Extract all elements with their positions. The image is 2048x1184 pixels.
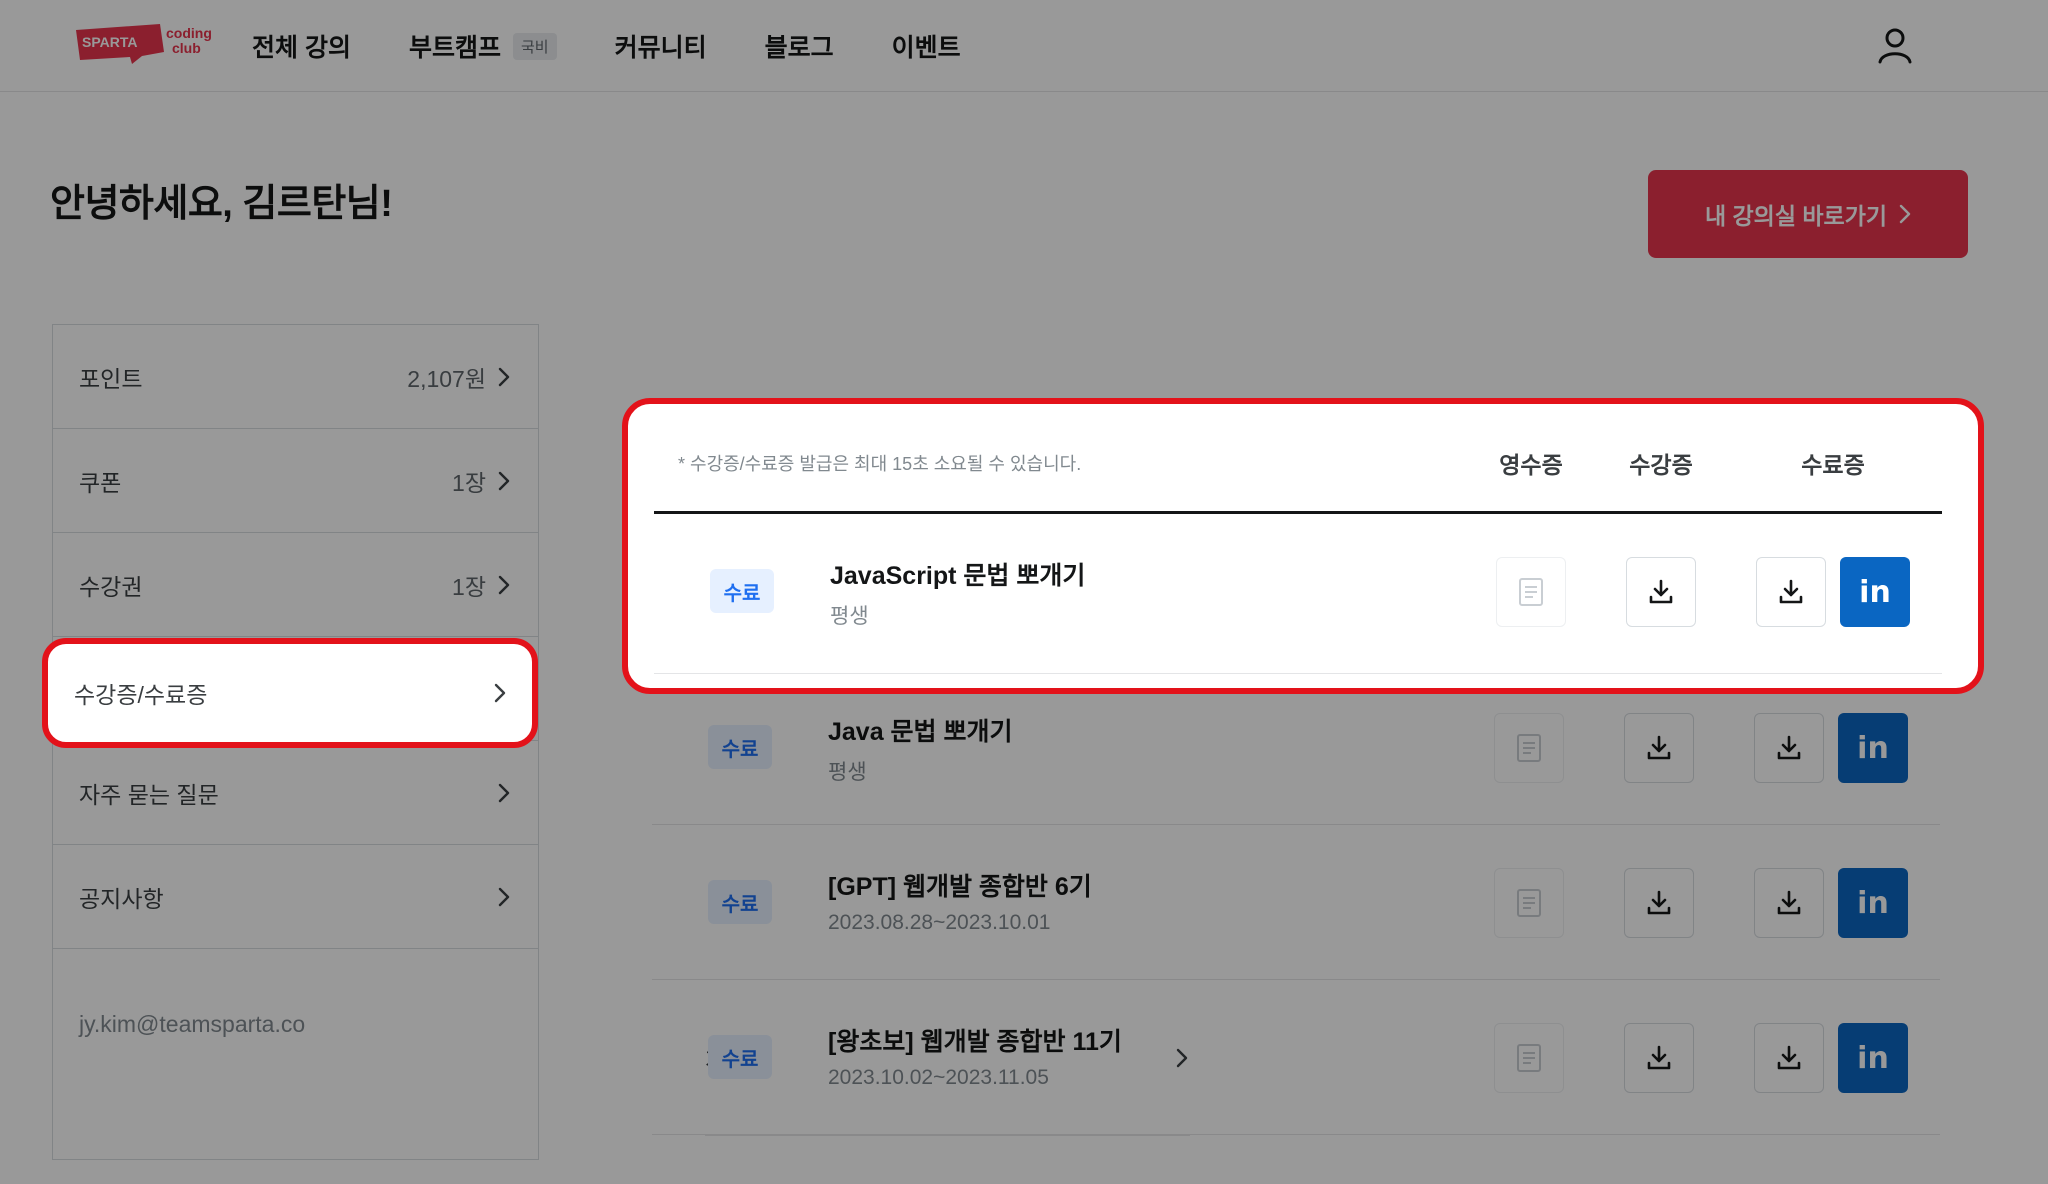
sidebar-item-notices[interactable]: 공지사항 xyxy=(53,845,538,949)
download-icon xyxy=(1647,735,1671,760)
chevron-right-icon xyxy=(498,783,510,802)
download-icon xyxy=(1647,890,1671,915)
column-receipt: 영수증 xyxy=(1499,452,1563,478)
status-badge: 수료 xyxy=(708,880,772,924)
download-icon xyxy=(1777,1045,1801,1070)
linkedin-share-button[interactable]: in xyxy=(1838,868,1908,938)
status-badge: 수료 xyxy=(710,569,774,613)
certificate-table-header: * 수강증/수료증 발급은 최대 15초 소요될 수 있습니다. 영수증 수강증… xyxy=(654,420,1942,514)
greeting-title: 안녕하세요, 김르탄님! xyxy=(50,183,393,225)
receipt-button xyxy=(1494,868,1564,938)
nav-badge: 국비 xyxy=(512,32,557,60)
sidebar-item-coupons[interactable]: 쿠폰 1장 xyxy=(53,429,538,533)
course-period: 평생 xyxy=(830,605,869,628)
nav-event[interactable]: 이벤트 xyxy=(892,28,961,64)
course-title: [GPT] 웹개발 종합반 6기 xyxy=(828,873,1092,901)
sidebar-item-faq[interactable]: 자주 묻는 질문 xyxy=(53,741,538,845)
completion-cert-download-button[interactable] xyxy=(1754,868,1824,938)
enrollment-cert-download-button[interactable] xyxy=(1624,713,1694,783)
user-icon[interactable] xyxy=(1874,24,1916,66)
nav-bootcamp[interactable]: 부트캠프 국비 xyxy=(409,28,557,64)
completion-cert-download-button[interactable] xyxy=(1754,713,1824,783)
document-icon xyxy=(1517,889,1541,917)
document-icon xyxy=(1517,734,1541,762)
top-header: SPARTA coding club 전체 강의 부트캠프 국비 커뮤니티 블로그… xyxy=(0,0,2048,92)
course-period: 평생 xyxy=(828,761,867,784)
enrollment-cert-download-button[interactable] xyxy=(1626,557,1696,627)
status-badge: 수료 xyxy=(708,1035,772,1079)
certificate-panel-highlight: * 수강증/수료증 발급은 최대 15초 소요될 수 있습니다. 영수증 수강증… xyxy=(622,398,1984,694)
chevron-right-icon xyxy=(498,471,510,490)
receipt-button xyxy=(1494,713,1564,783)
column-enrollment-cert: 수강증 xyxy=(1629,452,1693,478)
sidebar-item-certificates[interactable]: 수강증/수료증 xyxy=(42,638,538,748)
completion-cert-download-button[interactable] xyxy=(1756,557,1826,627)
table-row: 수료 JavaScript 문법 뽀개기 평생 in xyxy=(654,514,1942,674)
chevron-right-icon xyxy=(498,575,510,594)
course-title: Java 문법 뽀개기 xyxy=(828,718,1013,746)
document-icon xyxy=(1517,1044,1541,1072)
sparta-logo[interactable]: SPARTA coding club xyxy=(72,22,214,64)
svg-text:club: club xyxy=(172,40,201,56)
enrollment-cert-download-button[interactable] xyxy=(1624,1023,1694,1093)
document-icon xyxy=(1519,578,1543,606)
nav-blog[interactable]: 블로그 xyxy=(765,28,834,64)
account-email: jy.kim@teamsparta.co xyxy=(79,1011,306,1037)
issue-time-note: * 수강증/수료증 발급은 최대 15초 소요될 수 있습니다. xyxy=(678,454,1082,474)
course-period: 2023.08.28~2023.10.01 xyxy=(828,911,1051,934)
status-badge: 수료 xyxy=(708,725,772,769)
chevron-right-icon xyxy=(498,367,510,386)
table-row: 수료 [GPT] 웹개발 종합반 6기 2023.08.28~2023.10.0… xyxy=(652,825,1940,980)
chevron-right-icon xyxy=(494,683,506,703)
linkedin-share-button[interactable]: in xyxy=(1838,713,1908,783)
linkedin-share-button[interactable]: in xyxy=(1840,557,1910,627)
sidebar-item-points[interactable]: 포인트 2,107원 xyxy=(53,325,538,429)
chevron-right-icon xyxy=(1899,204,1911,224)
download-icon xyxy=(1777,890,1801,915)
logo-text: SPARTA xyxy=(82,34,137,50)
completion-cert-download-button[interactable] xyxy=(1754,1023,1824,1093)
download-icon xyxy=(1777,735,1801,760)
column-completion-cert: 수료증 xyxy=(1801,452,1865,478)
svg-text:coding: coding xyxy=(166,25,212,41)
my-classroom-button[interactable]: 내 강의실 바로가기 xyxy=(1648,170,1968,258)
course-period: 2023.10.02~2023.11.05 xyxy=(828,1066,1049,1089)
nav-community[interactable]: 커뮤니티 xyxy=(615,28,707,64)
download-icon xyxy=(1779,579,1803,604)
receipt-button xyxy=(1494,1023,1564,1093)
course-title: [왕초보] 웹개발 종합반 11기 xyxy=(828,1028,1122,1056)
download-icon xyxy=(1649,579,1673,604)
main-nav: 전체 강의 부트캠프 국비 커뮤니티 블로그 이벤트 xyxy=(252,0,961,92)
chevron-right-icon xyxy=(498,887,510,906)
sidebar-item-account[interactable]: 계정 jy.kim@teamsparta.co xyxy=(53,949,1190,1159)
linkedin-share-button[interactable]: in xyxy=(1838,1023,1908,1093)
download-icon xyxy=(1647,1045,1671,1070)
course-title: JavaScript 문법 뽀개기 xyxy=(830,562,1086,590)
sidebar-item-vouchers[interactable]: 수강권 1장 xyxy=(53,533,538,637)
receipt-button xyxy=(1496,557,1566,627)
enrollment-cert-download-button[interactable] xyxy=(1624,868,1694,938)
nav-all-courses[interactable]: 전체 강의 xyxy=(252,28,351,64)
table-row: 수료 [왕초보] 웹개발 종합반 11기 2023.10.02~2023.11.… xyxy=(652,980,1940,1135)
